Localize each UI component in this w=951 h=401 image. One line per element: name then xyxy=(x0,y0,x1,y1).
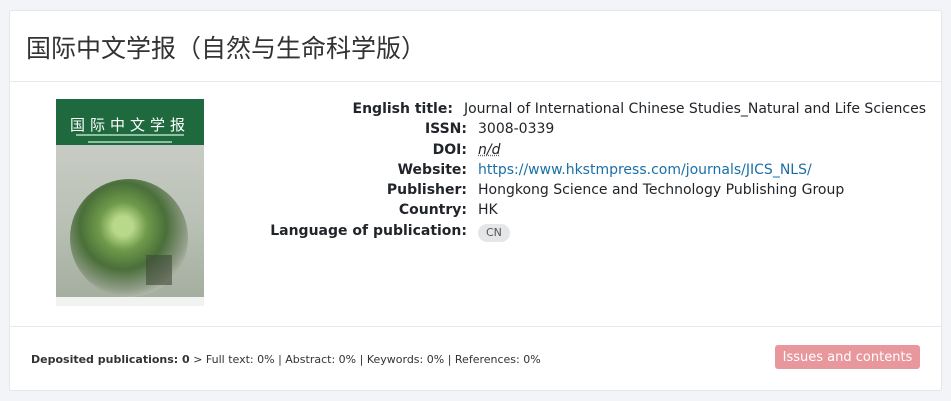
meta-row-english-title: English title: Journal of International … xyxy=(266,99,926,119)
issues-and-contents-button[interactable]: Issues and contents xyxy=(775,345,920,369)
country-label: Country: xyxy=(398,202,467,219)
cover-footer-bar xyxy=(56,297,204,306)
meta-row-issn: ISSN: 3008-0339 xyxy=(266,119,926,139)
meta-row-country: Country: HK xyxy=(266,200,926,220)
deposited-publications-label: Deposited publications: 0 xyxy=(31,353,190,366)
country-value: HK xyxy=(478,202,498,219)
publication-stats: Deposited publications: 0 > Full text: 0… xyxy=(31,353,541,366)
cover-subtitle-line xyxy=(88,141,172,143)
english-title-label: English title: xyxy=(352,101,453,117)
issn-value: 3008-0339 xyxy=(478,121,555,138)
issn-label: ISSN: xyxy=(424,121,467,138)
abstract-stat: Abstract: 0% xyxy=(285,353,357,366)
cover-title: 国际中文学报 xyxy=(69,116,190,134)
language-label: Language of publication: xyxy=(270,222,467,239)
cover-badge xyxy=(146,255,172,285)
journal-cover-image: 国际中文学报 xyxy=(56,99,204,306)
publisher-label: Publisher: xyxy=(386,182,467,199)
website-link[interactable]: https://www.hkstmpress.com/journals/JICS… xyxy=(478,162,812,178)
meta-row-language: Language of publication: CN xyxy=(266,221,926,242)
journal-card: 国际中文学报（自然与生命科学版） 国际中文学报 English title: J… xyxy=(9,10,942,391)
stats-separator: > xyxy=(193,353,203,366)
journal-metadata: English title: Journal of International … xyxy=(266,99,926,242)
english-title-value: Journal of International Chinese Studies… xyxy=(463,101,926,117)
doi-label: DOI: xyxy=(432,141,467,158)
full-text-stat: Full text: 0% xyxy=(205,353,275,366)
card-header: 国际中文学报（自然与生命科学版） xyxy=(10,11,941,82)
publisher-value: Hongkong Science and Technology Publishi… xyxy=(478,182,845,199)
cover-subtitle-line xyxy=(76,134,184,136)
meta-row-publisher: Publisher: Hongkong Science and Technolo… xyxy=(266,180,926,200)
meta-row-website: Website: https://www.hkstmpress.com/jour… xyxy=(266,160,926,180)
keywords-stat: Keywords: 0% xyxy=(366,353,445,366)
journal-title: 国际中文学报（自然与生命科学版） xyxy=(26,34,427,63)
website-label: Website: xyxy=(397,161,467,178)
language-tag: CN xyxy=(478,223,510,242)
references-stat: References: 0% xyxy=(454,353,541,366)
meta-row-doi: DOI: n/d xyxy=(266,140,926,160)
card-footer: Deposited publications: 0 > Full text: 0… xyxy=(10,327,941,390)
doi-value: n/d xyxy=(478,141,501,158)
card-body: 国际中文学报 English title: Journal of Interna… xyxy=(10,82,941,327)
